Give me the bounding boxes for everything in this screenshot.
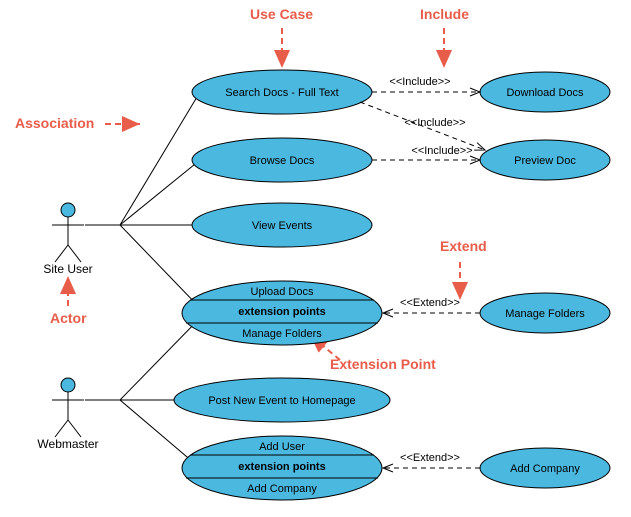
- usecase-view-events: View Events: [192, 203, 372, 247]
- usecase-add-user-ext-pt: Add Company: [247, 483, 317, 495]
- stereo-include-2: <<Include>>: [404, 117, 465, 129]
- usecase-manage-folders: Manage Folders: [480, 293, 610, 333]
- usecase-browse-label: Browse Docs: [250, 155, 315, 167]
- usecase-search-label: Search Docs - Full Text: [225, 87, 339, 99]
- usecase-post-event-label: Post New Event to Homepage: [208, 395, 355, 407]
- usecase-add-company-label: Add Company: [510, 463, 580, 475]
- usecase-add-user: Add User extension points Add Company: [182, 436, 382, 500]
- usecase-download-label: Download Docs: [506, 87, 584, 99]
- usecase-add-user-ext-hdr: extension points: [238, 461, 325, 473]
- usecase-upload-docs: Upload Docs extension points Manage Fold…: [182, 281, 382, 345]
- usecase-post-event: Post New Event to Homepage: [174, 378, 390, 422]
- usecase-upload-label: Upload Docs: [251, 286, 314, 298]
- usecase-manage-folders-label: Manage Folders: [505, 308, 585, 320]
- usecase-download-docs: Download Docs: [480, 72, 610, 112]
- actor-webmaster-label: Webmaster: [37, 437, 99, 451]
- usecase-upload-ext-hdr: extension points: [238, 306, 325, 318]
- associations-site-user: [85, 92, 200, 308]
- label-include: Include: [420, 6, 469, 22]
- usecase-upload-ext-pt: Manage Folders: [242, 328, 322, 340]
- stereo-extend-2: <<Extend>>: [400, 452, 460, 464]
- label-use-case: Use Case: [250, 6, 313, 22]
- label-association: Association: [15, 115, 94, 131]
- label-actor: Actor: [50, 310, 87, 326]
- label-extend: Extend: [440, 238, 487, 254]
- actor-webmaster: [52, 378, 84, 437]
- usecase-view-events-label: View Events: [252, 220, 313, 232]
- usecase-browse-docs: Browse Docs: [192, 138, 372, 182]
- actor-site-user: [52, 203, 84, 262]
- usecase-search-docs: Search Docs - Full Text: [192, 70, 372, 114]
- stereo-include-3: <<Include>>: [411, 145, 472, 157]
- actor-site-user-label: Site User: [43, 262, 93, 276]
- usecase-preview-doc: Preview Doc: [480, 140, 610, 180]
- usecase-preview-label: Preview Doc: [514, 155, 576, 167]
- stereo-extend-1: <<Extend>>: [400, 297, 460, 309]
- diagram-canvas: Search Docs - Full Text Download Docs Br…: [0, 0, 631, 517]
- stereo-include-1: <<Include>>: [389, 76, 450, 88]
- label-extension-point: Extension Point: [330, 356, 436, 372]
- usecase-add-user-label: Add User: [259, 441, 305, 453]
- usecase-add-company: Add Company: [480, 448, 610, 488]
